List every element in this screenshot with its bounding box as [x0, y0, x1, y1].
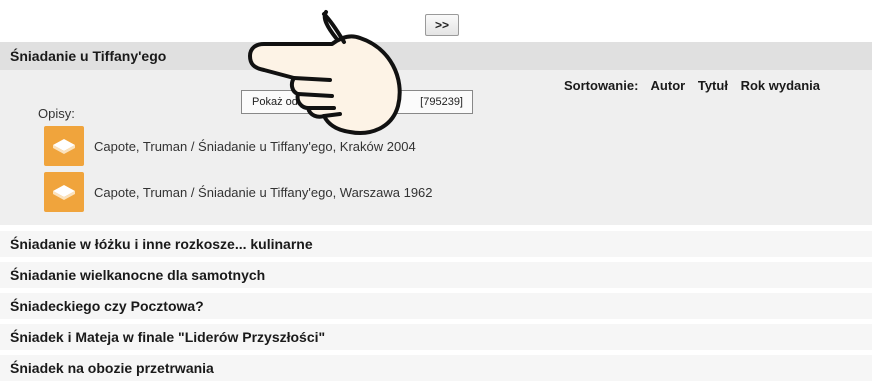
result-title[interactable]: Śniadanie u Tiffany'ego: [0, 42, 872, 70]
result-row[interactable]: Śniadek na obozie przetrwania: [0, 355, 872, 381]
result-row[interactable]: Śniadek i Mateja w finale "Liderów Przys…: [0, 324, 872, 350]
sort-option-year[interactable]: Rok wydania: [741, 78, 820, 93]
result-row[interactable]: Śniadanie w łóżku i inne rozkosze... kul…: [0, 231, 872, 257]
expanded-result: Śniadanie u Tiffany'ego Sortowanie: Auto…: [0, 42, 872, 225]
book-icon: [44, 126, 84, 166]
sort-bar: Sortowanie: Autor Tytuł Rok wydania: [564, 78, 829, 93]
result-row[interactable]: Śniadeckiego czy Pocztowa?: [0, 293, 872, 319]
book-icon: [44, 172, 84, 212]
show-descriptions-button[interactable]: Pokaż od [795239]: [241, 90, 473, 114]
description-text[interactable]: Capote, Truman / Śniadanie u Tiffany'ego…: [94, 139, 416, 154]
result-row[interactable]: Śniadanie wielkanocne dla samotnych: [0, 262, 872, 288]
descriptions-label: Opisy:: [38, 106, 75, 121]
sort-option-title[interactable]: Tytuł: [698, 78, 728, 93]
show-button-count: [795239]: [420, 96, 463, 108]
show-button-label: Pokaż od: [252, 96, 298, 108]
description-item[interactable]: Capote, Truman / Śniadanie u Tiffany'ego…: [44, 172, 433, 212]
description-item[interactable]: Capote, Truman / Śniadanie u Tiffany'ego…: [44, 126, 416, 166]
description-text[interactable]: Capote, Truman / Śniadanie u Tiffany'ego…: [94, 185, 433, 200]
sort-option-author[interactable]: Autor: [651, 78, 686, 93]
sort-label: Sortowanie:: [564, 78, 639, 93]
next-page-button[interactable]: >>: [425, 14, 459, 36]
